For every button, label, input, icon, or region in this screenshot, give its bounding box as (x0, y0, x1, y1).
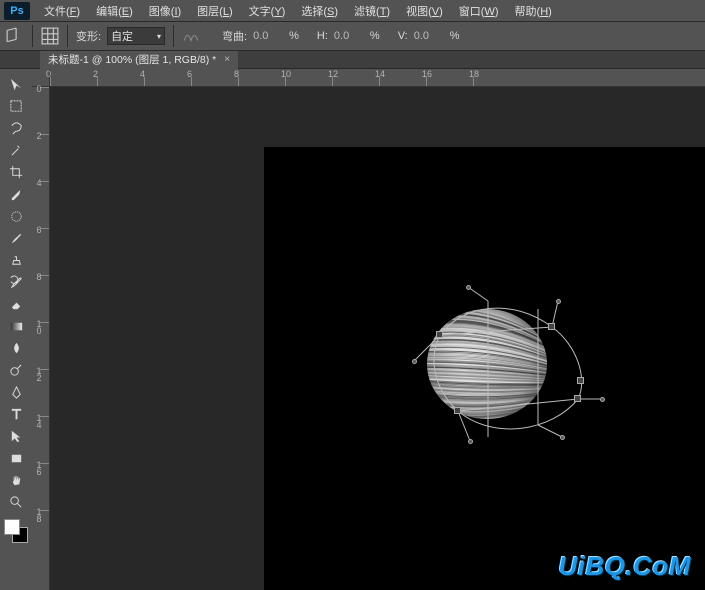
type-tool[interactable] (5, 405, 27, 423)
ruler-tick: 14 (379, 69, 426, 86)
grid-3x3-icon[interactable] (41, 27, 59, 45)
menu-l[interactable]: 图层(L) (189, 3, 240, 19)
percent-label: % (289, 30, 299, 42)
pen-tool[interactable] (5, 383, 27, 401)
layer-artwork (402, 279, 612, 449)
chevron-down-icon: ▾ (157, 32, 161, 41)
blur-tool[interactable] (5, 339, 27, 357)
horizontal-ruler[interactable]: 024681012141618 (50, 69, 705, 87)
canvas-area[interactable]: 024681012141618 024681012141618 (32, 69, 705, 590)
warp-tool-icon (6, 27, 24, 45)
warp-shape-value: 自定 (111, 28, 133, 44)
gradient-tool[interactable] (5, 317, 27, 335)
warp-control-point[interactable] (412, 359, 417, 364)
history-brush-tool[interactable] (5, 273, 27, 291)
warp-handle[interactable] (577, 377, 584, 384)
ruler-tick: 14 (32, 416, 49, 463)
options-divider (67, 25, 68, 47)
ruler-tick: 10 (285, 69, 332, 86)
warp-shape-label: 变形: (76, 28, 101, 44)
warp-orientation-icon[interactable] (182, 27, 200, 45)
options-bar: 变形: 自定 ▾ 弯曲: 0.0 % H: 0.0 % V: 0.0 % (0, 22, 705, 51)
ruler-tick: 0 (50, 69, 97, 86)
ruler-tick: 4 (32, 181, 49, 228)
options-divider (173, 25, 174, 47)
ruler-tick: 16 (32, 463, 49, 510)
menu-f[interactable]: 文件(F) (36, 3, 88, 19)
h-distort-label: H: (317, 30, 328, 42)
tools-panel (0, 69, 32, 590)
document-tab-bar: 未标题-1 @ 100% (图层 1, RGB/8) * × (0, 51, 705, 69)
lasso-tool[interactable] (5, 119, 27, 137)
ruler-tick: 8 (238, 69, 285, 86)
options-divider (32, 25, 33, 47)
ruler-tick: 2 (97, 69, 144, 86)
bend-label: 弯曲: (222, 28, 247, 44)
percent-label: % (450, 30, 460, 42)
ruler-tick: 8 (32, 275, 49, 322)
menu-y[interactable]: 文字(Y) (241, 3, 294, 19)
ruler-tick: 18 (32, 510, 49, 557)
clone-stamp-tool[interactable] (5, 251, 27, 269)
h-distort-field[interactable]: 0.0 (334, 28, 364, 44)
menu-h[interactable]: 帮助(H) (507, 3, 560, 19)
ruler-tick: 0 (32, 87, 49, 134)
eyedropper-tool[interactable] (5, 185, 27, 203)
menu-t[interactable]: 滤镜(T) (346, 3, 398, 19)
document-tab-title: 未标题-1 @ 100% (图层 1, RGB/8) * (48, 52, 216, 67)
warp-handle[interactable] (574, 395, 581, 402)
warp-handle[interactable] (548, 323, 555, 330)
close-icon[interactable]: × (224, 54, 230, 65)
percent-label: % (370, 30, 380, 42)
warp-control-point[interactable] (560, 435, 565, 440)
menu-e[interactable]: 编辑(E) (88, 3, 141, 19)
warp-control-point[interactable] (468, 439, 473, 444)
magic-wand-tool[interactable] (5, 141, 27, 159)
color-swatches[interactable] (4, 519, 28, 543)
marquee-tool[interactable] (5, 97, 27, 115)
dodge-tool[interactable] (5, 361, 27, 379)
ruler-tick: 4 (144, 69, 191, 86)
warp-control-point[interactable] (600, 397, 605, 402)
watermark-text: UiBQ.CoM (558, 551, 691, 582)
menu-v[interactable]: 视图(V) (398, 3, 451, 19)
zoom-tool[interactable] (5, 493, 27, 511)
move-tool[interactable] (5, 75, 27, 93)
ruler-tick: 18 (473, 69, 520, 86)
path-selection-tool[interactable] (5, 427, 27, 445)
eraser-tool[interactable] (5, 295, 27, 313)
v-distort-label: V: (398, 30, 408, 42)
document-tab[interactable]: 未标题-1 @ 100% (图层 1, RGB/8) * × (40, 51, 238, 69)
v-distort-field[interactable]: 0.0 (414, 28, 444, 44)
warp-control-point[interactable] (466, 285, 471, 290)
vertical-ruler[interactable]: 024681012141618 (32, 87, 50, 590)
hand-tool[interactable] (5, 471, 27, 489)
healing-brush-tool[interactable] (5, 207, 27, 225)
warped-layer[interactable] (402, 279, 612, 449)
menu-w[interactable]: 窗口(W) (451, 3, 507, 19)
warp-shape-dropdown[interactable]: 自定 ▾ (107, 27, 165, 45)
ruler-tick: 6 (191, 69, 238, 86)
brush-tool[interactable] (5, 229, 27, 247)
menu-i[interactable]: 图像(I) (141, 3, 189, 19)
warp-handle[interactable] (436, 331, 443, 338)
menu-s[interactable]: 选择(S) (293, 3, 346, 19)
ruler-tick: 6 (32, 228, 49, 275)
rectangle-tool[interactable] (5, 449, 27, 467)
ruler-tick: 12 (332, 69, 379, 86)
warp-handle[interactable] (454, 407, 461, 414)
ruler-tick: 2 (32, 134, 49, 181)
ruler-tick: 12 (32, 369, 49, 416)
ruler-tick: 10 (32, 322, 49, 369)
foreground-color-swatch[interactable] (4, 519, 20, 535)
menu-bar: Ps 文件(F)编辑(E)图像(I)图层(L)文字(Y)选择(S)滤镜(T)视图… (0, 0, 705, 22)
bend-field[interactable]: 0.0 (253, 28, 283, 44)
ps-logo-icon: Ps (4, 2, 30, 20)
warp-control-point[interactable] (556, 299, 561, 304)
ruler-tick: 16 (426, 69, 473, 86)
work-area: 024681012141618 024681012141618 (0, 69, 705, 590)
crop-tool[interactable] (5, 163, 27, 181)
